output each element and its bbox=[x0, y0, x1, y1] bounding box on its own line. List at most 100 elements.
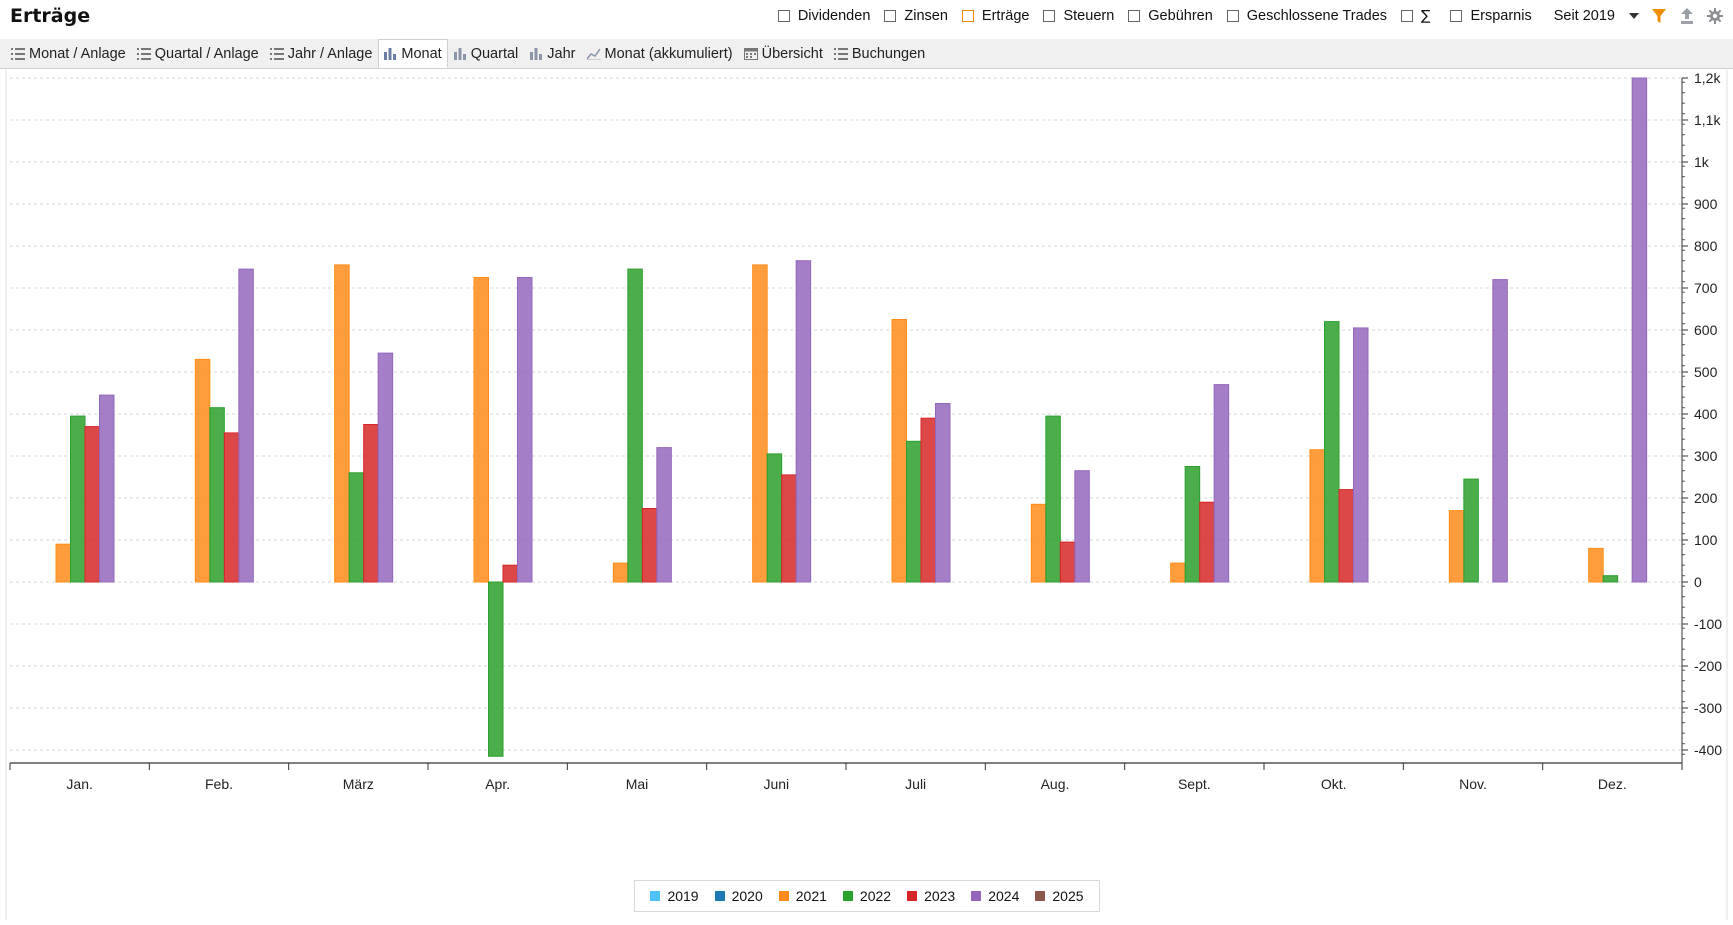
checkbox-icon[interactable] bbox=[1128, 10, 1141, 22]
chevron-down-icon bbox=[1629, 13, 1639, 19]
y-tick-label: 300 bbox=[1694, 448, 1718, 464]
tab-buchungen[interactable]: Buchungen bbox=[829, 39, 931, 68]
x-tick-label: Okt. bbox=[1321, 776, 1347, 792]
legend-label: 2019 bbox=[667, 888, 699, 904]
checkbox-icon[interactable] bbox=[961, 10, 974, 22]
legend-swatch bbox=[778, 891, 789, 901]
bar bbox=[348, 472, 365, 583]
legend-label: 2022 bbox=[859, 888, 892, 904]
filter-sum[interactable]: ∑ bbox=[1401, 8, 1436, 24]
x-tick-label: Jan. bbox=[66, 776, 92, 792]
bar bbox=[55, 543, 71, 583]
chart-legend: 2019 2020 2021 2022 2023 2024 2025 bbox=[634, 880, 1100, 912]
bar bbox=[1213, 384, 1230, 583]
bar-chart-icon bbox=[384, 47, 397, 60]
list-icon bbox=[833, 47, 848, 60]
filter-gebuehren[interactable]: Gebühren bbox=[1128, 8, 1213, 24]
checkbox-icon[interactable] bbox=[1450, 10, 1463, 22]
bar bbox=[1492, 279, 1508, 583]
bar bbox=[70, 415, 86, 583]
filter-icon[interactable] bbox=[1651, 7, 1667, 25]
filter-geschlossene-trades[interactable]: Geschlossene Trades bbox=[1226, 8, 1387, 24]
bar bbox=[656, 447, 672, 583]
checkbox-icon[interactable] bbox=[777, 10, 790, 22]
filter-label: Erträge bbox=[981, 8, 1030, 24]
legend-label: 2023 bbox=[924, 888, 956, 904]
checkbox-icon[interactable] bbox=[1043, 10, 1056, 22]
legend-item[interactable]: 2021 bbox=[778, 888, 827, 904]
gear-icon[interactable] bbox=[1707, 7, 1723, 25]
tab-label: Monat / Anlage bbox=[29, 45, 126, 62]
view-tabs: Monat / Anlage Quartal / Anlage Jahr / A… bbox=[0, 39, 1733, 69]
tab-monat[interactable]: Monat bbox=[378, 39, 448, 68]
checkbox-icon[interactable] bbox=[884, 10, 897, 22]
bar bbox=[766, 453, 783, 583]
tab-uebersicht[interactable]: Übersicht bbox=[739, 39, 829, 68]
filter-label: Zinsen bbox=[904, 8, 948, 24]
legend-label: 2024 bbox=[988, 888, 1020, 904]
bar bbox=[1059, 541, 1076, 583]
bar bbox=[377, 352, 394, 583]
bar bbox=[1448, 510, 1465, 583]
bar bbox=[1309, 449, 1325, 583]
legend-item[interactable]: 2025 bbox=[1035, 888, 1084, 904]
bar bbox=[334, 264, 350, 583]
y-tick-label: 700 bbox=[1694, 280, 1718, 296]
page-title: Erträge bbox=[10, 5, 91, 27]
y-tick-label: 400 bbox=[1694, 406, 1718, 422]
tab-monat-anlage[interactable]: Monat / Anlage bbox=[6, 39, 132, 68]
y-tick-label: 100 bbox=[1694, 532, 1718, 548]
legend-swatch bbox=[650, 891, 661, 901]
list-icon bbox=[269, 47, 284, 60]
y-tick-label: 0 bbox=[1694, 574, 1702, 590]
legend-swatch bbox=[1035, 891, 1046, 901]
legend-label: 2021 bbox=[795, 888, 827, 904]
tab-label: Jahr / Anlage bbox=[287, 45, 373, 62]
tab-quartal-anlage[interactable]: Quartal / Anlage bbox=[132, 39, 265, 68]
legend-item[interactable]: 2019 bbox=[650, 888, 699, 904]
bar bbox=[627, 268, 643, 583]
y-tick-label: 500 bbox=[1694, 364, 1718, 380]
bar bbox=[1338, 489, 1354, 583]
bar bbox=[1170, 562, 1186, 583]
tab-label: Übersicht bbox=[761, 45, 823, 62]
sum-icon: ∑ bbox=[1421, 8, 1431, 24]
export-icon[interactable] bbox=[1679, 7, 1695, 25]
y-tick-label: 1,1k bbox=[1694, 112, 1721, 128]
legend-item[interactable]: 2022 bbox=[842, 888, 892, 904]
period-select[interactable]: Seit 2019 bbox=[1554, 8, 1639, 24]
filter-steuern[interactable]: Steuern bbox=[1043, 8, 1114, 24]
legend-item[interactable]: 2024 bbox=[971, 888, 1019, 904]
bar bbox=[238, 268, 254, 583]
y-tick-label: 200 bbox=[1694, 490, 1718, 506]
filter-label: Steuern bbox=[1063, 8, 1115, 24]
tab-quartal[interactable]: Quartal bbox=[448, 39, 525, 68]
legend-item[interactable]: 2020 bbox=[714, 888, 763, 904]
legend-item[interactable]: 2023 bbox=[907, 888, 955, 904]
legend-label: 2025 bbox=[1052, 888, 1084, 904]
checkbox-icon[interactable] bbox=[1226, 10, 1239, 22]
bar bbox=[517, 277, 533, 583]
filter-dividenden[interactable]: Dividenden bbox=[777, 8, 870, 24]
bar bbox=[1353, 327, 1369, 583]
bar bbox=[194, 358, 211, 583]
header: Erträge Dividenden Zinsen Erträge Steuer… bbox=[0, 0, 1733, 34]
filter-ertraege[interactable]: Erträge bbox=[961, 8, 1030, 24]
bar bbox=[891, 319, 907, 583]
x-tick-label: Dez. bbox=[1598, 776, 1627, 792]
bar-chart: -400 -300 -200 -100 0 100 200 300 400 500 600 700 80… bbox=[5, 70, 1728, 920]
tab-jahr-anlage[interactable]: Jahr / Anlage bbox=[265, 39, 379, 68]
checkbox-icon[interactable] bbox=[1401, 10, 1414, 22]
tab-jahr[interactable]: Jahr bbox=[524, 39, 581, 68]
y-tick-label: -200 bbox=[1694, 658, 1722, 674]
legend-swatch bbox=[907, 891, 918, 901]
tab-label: Quartal / Anlage bbox=[154, 45, 259, 62]
period-label: Seit 2019 bbox=[1553, 8, 1615, 24]
x-tick-label: März bbox=[343, 776, 374, 792]
filter-zinsen[interactable]: Zinsen bbox=[884, 8, 948, 24]
list-icon bbox=[136, 47, 151, 60]
filter-ersparnis[interactable]: Ersparnis bbox=[1450, 8, 1532, 24]
y-tick-label: 600 bbox=[1694, 322, 1718, 338]
tab-monat-akkumuliert[interactable]: Monat (akkumuliert) bbox=[582, 39, 739, 68]
filter-bar: Dividenden Zinsen Erträge Steuern Gebühr… bbox=[764, 7, 1723, 25]
